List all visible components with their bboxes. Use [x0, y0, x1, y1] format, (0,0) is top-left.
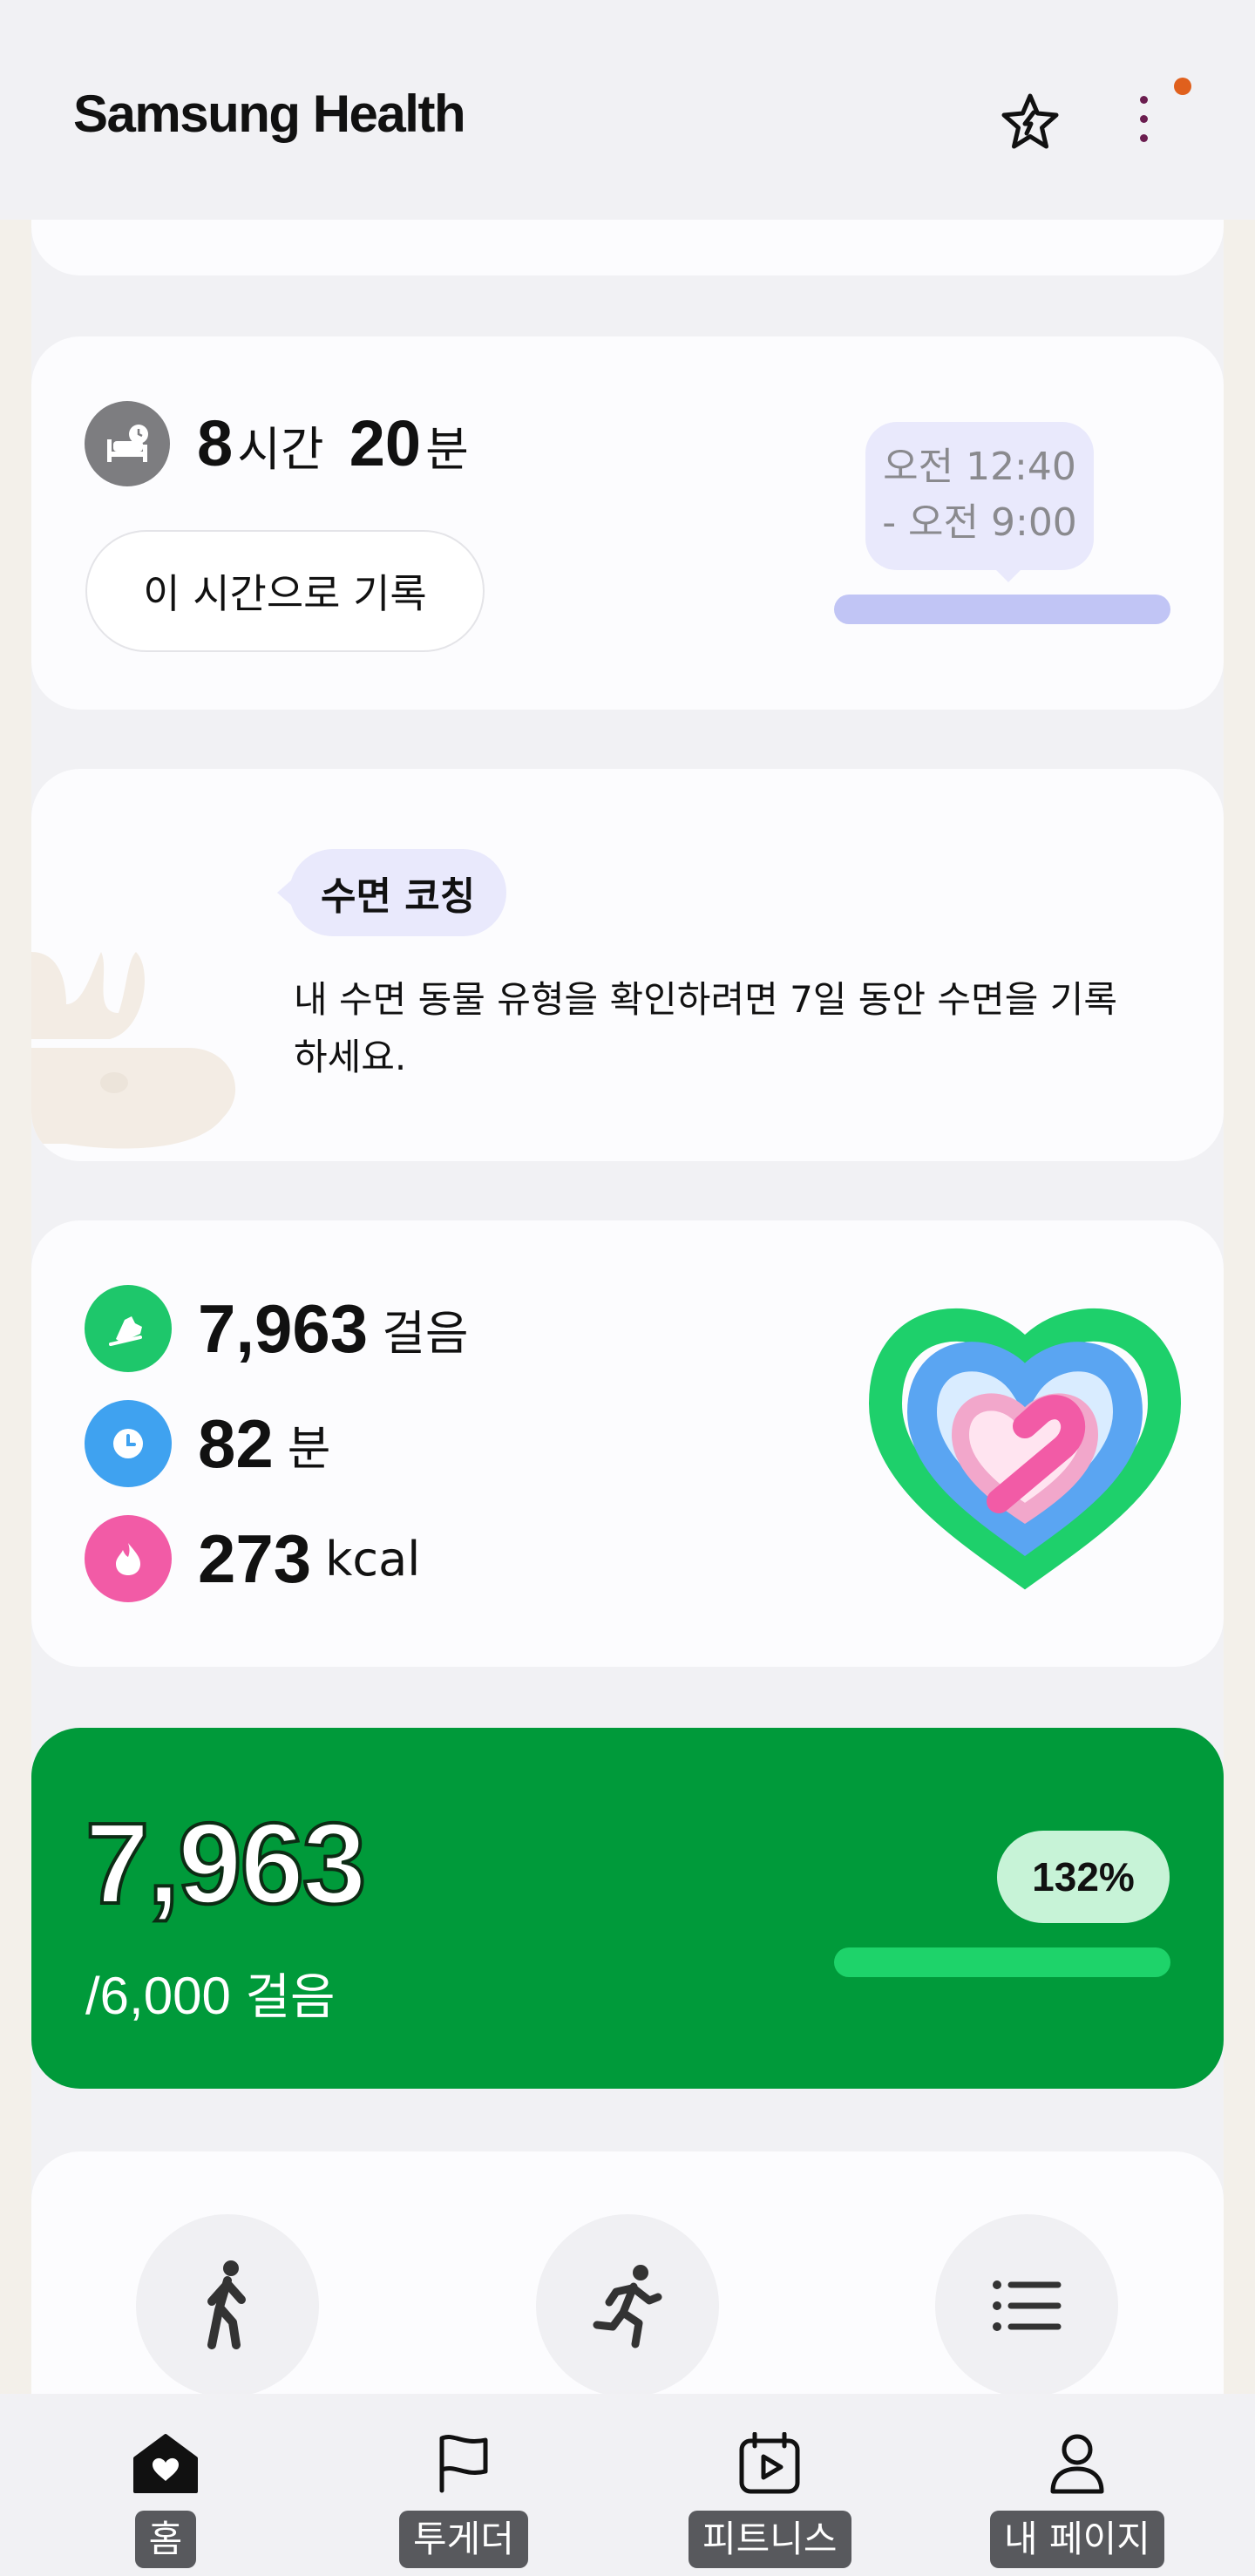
- notification-dot: [1174, 78, 1191, 95]
- nav-home-label: 홈: [134, 2511, 197, 2568]
- app-title: Samsung Health: [73, 85, 466, 143]
- sleep-duration: 8 시간 20 분: [197, 406, 469, 480]
- sleep-range-bubble: 오전 12:40 - 오전 9:00: [865, 422, 1094, 582]
- home-heart-icon: [129, 2427, 202, 2500]
- sleep-range-end: - 오전 9:00: [882, 500, 1077, 545]
- sleep-range-start: 오전 12:40: [883, 445, 1076, 489]
- walking-icon: [207, 2260, 246, 2349]
- moose-illustration: [31, 917, 241, 1161]
- steps-row: 7,963 걸음: [85, 1285, 469, 1372]
- nav-fitness[interactable]: 피트니스: [689, 2394, 851, 2568]
- nav-fitness-label: 피트니스: [689, 2511, 851, 2568]
- goal-percent-badge: 132%: [997, 1831, 1170, 1923]
- sleep-minutes-unit: 분: [425, 422, 469, 477]
- sleep-card[interactable]: 8 시간 20 분 이 시간으로 기록 오전 12:40 - 오전 9:00: [31, 336, 1224, 710]
- steps-goal: /6,000 걸음: [85, 1958, 336, 2029]
- activity-heart-rings: [851, 1290, 1199, 1604]
- steps-goal-unit: 걸음: [245, 1969, 336, 2026]
- steps-goal-card[interactable]: 7,963 /6,000 걸음 132%: [31, 1728, 1224, 2089]
- steps-goal-value: /6,000: [85, 1967, 231, 2025]
- calories-row: 273 kcal: [85, 1515, 420, 1602]
- sleep-hours: 8: [197, 407, 234, 479]
- favorites-star-icon[interactable]: [999, 91, 1062, 153]
- calories-unit: kcal: [325, 1531, 421, 1587]
- nav-my-page[interactable]: 내 페이지: [990, 2394, 1164, 2568]
- bed-icon: [85, 401, 170, 486]
- nav-home[interactable]: 홈: [129, 2394, 202, 2568]
- coaching-message: 내 수면 동물 유형을 확인하려면 7일 동안 수면을 기록하세요.: [294, 978, 1117, 1078]
- clock-icon: [85, 1400, 172, 1487]
- workout-list-button[interactable]: [935, 2214, 1118, 2397]
- walking-workout-button[interactable]: [136, 2214, 319, 2397]
- flame-icon: [85, 1515, 172, 1602]
- sleep-timeline-bar: [834, 595, 1170, 624]
- coaching-tag: 수면 코칭: [276, 849, 507, 936]
- calendar-play-icon: [733, 2427, 806, 2500]
- running-icon: [593, 2265, 662, 2348]
- steps-count: 7,963: [198, 1289, 369, 1367]
- nav-together-label: 투게더: [399, 2511, 528, 2568]
- person-icon: [1041, 2427, 1114, 2500]
- nav-together[interactable]: 투게더: [399, 2394, 528, 2568]
- app-header: Samsung Health: [0, 0, 1255, 220]
- bottom-navigation: 홈 투게더 피트니스 내 페이지: [0, 2394, 1255, 2576]
- sleep-hours-unit: 시간: [237, 422, 324, 477]
- calories-value: 273: [198, 1519, 312, 1597]
- steps-progress-bar: [834, 1947, 1170, 1977]
- list-icon: [993, 2280, 1062, 2331]
- steps-unit: 걸음: [382, 1305, 469, 1361]
- sleep-coaching-card[interactable]: 수면 코칭 내 수면 동물 유형을 확인하려면 7일 동안 수면을 기록하세요.: [31, 769, 1224, 1161]
- record-this-time-button[interactable]: 이 시간으로 기록: [85, 530, 485, 652]
- nav-my-page-label: 내 페이지: [990, 2511, 1164, 2568]
- activity-card[interactable]: 7,963 걸음 82 분 273 kcal: [31, 1220, 1224, 1667]
- shoe-icon: [85, 1285, 172, 1372]
- sleep-minutes: 20: [349, 407, 422, 479]
- active-minutes-row: 82 분: [85, 1400, 330, 1487]
- active-minutes-unit: 분: [287, 1420, 331, 1476]
- more-options-icon[interactable]: [1126, 91, 1161, 153]
- steps-today: 7,963: [84, 1798, 368, 1929]
- active-minutes: 82: [198, 1404, 274, 1482]
- running-workout-button[interactable]: [536, 2214, 719, 2397]
- flag-icon: [427, 2427, 500, 2500]
